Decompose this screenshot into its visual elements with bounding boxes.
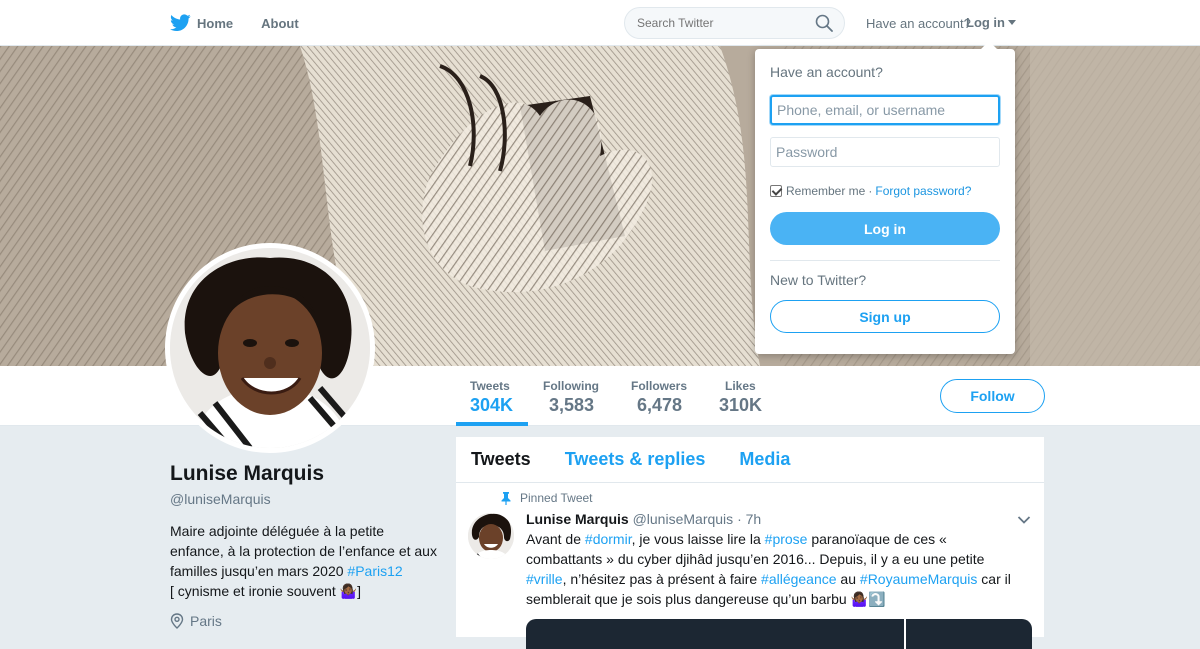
stat-likes-label: Likes: [725, 379, 756, 393]
follow-button[interactable]: Follow: [940, 379, 1045, 413]
profile-location: Paris: [170, 613, 440, 629]
hashtag-link[interactable]: #dormir: [585, 531, 632, 547]
profile-bio: Maire adjointe déléguée à la petite enfa…: [170, 521, 440, 601]
login-toggle-label: Log in: [966, 15, 1005, 30]
stat-followers-value: 6,478: [637, 395, 683, 415]
timeline: Tweets Tweets & replies Media Pinned Twe…: [456, 437, 1044, 649]
bio-line-2: [ cynisme et ironie souvent 🤷🏾‍♀️]: [170, 583, 361, 599]
have-account-label: Have an account?: [866, 16, 971, 31]
tweet-text: Avant de #dormir, je vous laisse lire la…: [526, 529, 1026, 609]
username-input[interactable]: [770, 95, 1000, 125]
timeline-tabs: Tweets Tweets & replies Media: [456, 437, 1044, 483]
stat-tweets-value: 304K: [470, 395, 514, 415]
pinned-tweet-context: Pinned Tweet: [501, 491, 593, 505]
media-divider: [904, 619, 906, 649]
separator-dot: ·: [868, 184, 873, 198]
tab-tweets-and-replies[interactable]: Tweets & replies: [565, 449, 706, 470]
tweet-text-segment: , n’hésitez pas à présent à faire: [562, 571, 762, 587]
chevron-down-icon[interactable]: [1017, 515, 1031, 525]
login-dropdown-toggle[interactable]: Log in: [966, 15, 1016, 30]
search-icon[interactable]: [815, 14, 833, 32]
nav-home-label: Home: [197, 15, 234, 31]
password-input[interactable]: [770, 137, 1000, 167]
tweet-avatar[interactable]: [468, 513, 514, 559]
tweet-text-segment: Avant de: [526, 531, 585, 547]
hashtag-link[interactable]: #allégeance: [761, 571, 837, 587]
nav-home[interactable]: Home: [170, 0, 233, 46]
tweet-header: Lunise Marquis @luniseMarquis · 7h: [526, 511, 761, 527]
stat-following[interactable]: Following 3,583: [543, 366, 599, 426]
hashtag-link[interactable]: #vrille: [526, 571, 563, 587]
tweet-timestamp[interactable]: · 7h: [737, 511, 761, 527]
hashtag-link[interactable]: #RoyaumeMarquis: [860, 571, 978, 587]
tweet-text-segment: au: [836, 571, 860, 587]
location-pin-icon: [170, 613, 184, 629]
tweet-author-handle[interactable]: @luniseMarquis: [633, 511, 734, 527]
tweet-text-segment: , je vous laisse lire la: [631, 531, 765, 547]
remember-row: Remember me · Forgot password?: [770, 184, 971, 198]
stat-following-label: Following: [543, 379, 599, 393]
stat-followers[interactable]: Followers 6,478: [631, 366, 687, 426]
hashtag-link[interactable]: #prose: [765, 531, 808, 547]
global-nav: Home About: [170, 0, 327, 46]
tab-tweets[interactable]: Tweets: [471, 449, 531, 470]
remember-me-label[interactable]: Remember me: [786, 184, 865, 198]
profile-name[interactable]: Lunise Marquis: [170, 462, 440, 486]
bio-hashtag-link[interactable]: #Paris12: [347, 563, 402, 579]
stat-likes[interactable]: Likes 310K: [719, 366, 762, 426]
forgot-password-link[interactable]: Forgot password?: [875, 184, 971, 198]
tab-media[interactable]: Media: [739, 449, 790, 470]
tweet-media[interactable]: [526, 619, 1032, 649]
search-input[interactable]: [624, 7, 845, 39]
avatar: [170, 248, 370, 448]
dropdown-divider: [770, 260, 1000, 261]
profile-card: Lunise Marquis @luniseMarquis Maire adjo…: [170, 462, 440, 629]
new-to-twitter-label: New to Twitter?: [770, 272, 867, 288]
stat-tweets[interactable]: Tweets 304K: [456, 366, 528, 426]
stat-likes-value: 310K: [719, 395, 763, 415]
tweet-author-name[interactable]: Lunise Marquis: [526, 511, 629, 527]
profile-handle[interactable]: @luniseMarquis: [170, 491, 440, 507]
dropdown-title: Have an account?: [770, 64, 883, 80]
nav-about[interactable]: About: [261, 0, 299, 46]
login-dropdown: Have an account? Remember me · Forgot pa…: [755, 41, 1015, 354]
stat-following-value: 3,583: [549, 395, 595, 415]
top-navigation-bar: Home About Have an account? Log in: [0, 0, 1200, 46]
pin-icon: [501, 491, 511, 505]
profile-avatar[interactable]: [165, 243, 375, 453]
nav-about-label: About: [261, 15, 299, 31]
stat-followers-label: Followers: [631, 379, 688, 393]
stat-tweets-label: Tweets: [470, 379, 510, 393]
pinned-label: Pinned Tweet: [520, 491, 593, 505]
remember-me-checkbox[interactable]: [770, 185, 782, 197]
location-text: Paris: [190, 613, 222, 629]
login-submit-button[interactable]: Log in: [770, 212, 1000, 245]
signup-button[interactable]: Sign up: [770, 300, 1000, 333]
caret-down-icon: [1008, 20, 1016, 25]
twitter-bird-icon: [170, 14, 191, 32]
